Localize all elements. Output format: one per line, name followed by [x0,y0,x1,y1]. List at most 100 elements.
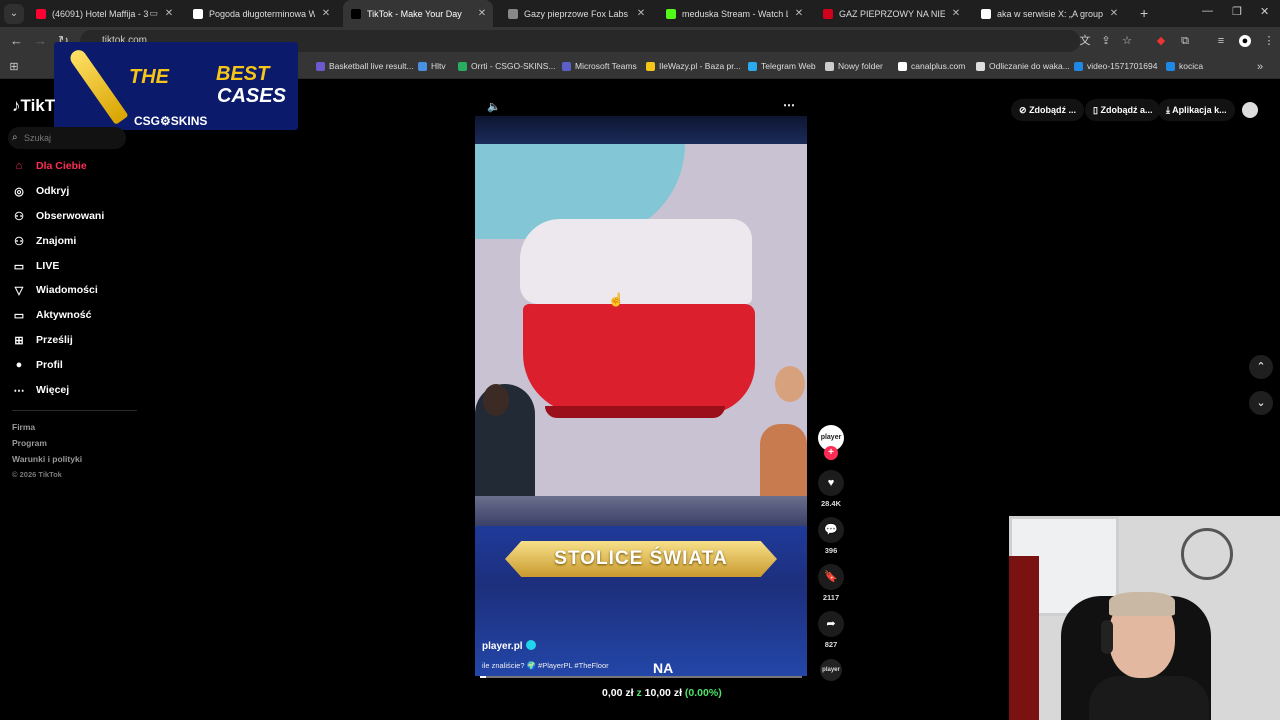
bookmark-item[interactable]: Nowy folder [825,61,883,71]
sidebar-item[interactable]: ▽ Wiadomości [12,281,142,299]
sidebar-item[interactable]: ⋯ Więcej [12,381,142,399]
minimize-button[interactable]: — [1202,5,1213,17]
bookmark-favicon-icon [976,61,985,71]
browser-tab[interactable]: aka w serwisie X: „A group of st ✕ [973,0,1125,27]
music-disc[interactable]: player [820,659,842,681]
sidebar-item[interactable]: ⚇ Obserwowani [12,207,142,225]
browser-tab[interactable]: meduska Stream - Watch Live c ✕ [658,0,810,27]
top-action-button[interactable]: ⊘ Zdobądź ... [1011,99,1085,121]
bookmark-item[interactable]: IleWazy.pl - Baza pr... [646,61,741,71]
follow-plus-button[interactable]: + [824,446,838,460]
bookmark-label: Hltv [431,61,446,71]
new-tab-button[interactable]: + [1140,5,1148,21]
bookmark-item[interactable]: Hltv [418,61,446,71]
profile-avatar-icon[interactable]: ● [1239,35,1251,47]
extensions-puzzle-icon[interactable]: ⧉ [1179,35,1191,47]
close-window-button[interactable]: ✕ [1260,5,1269,18]
bookmark-item[interactable]: Basketball live result... [316,61,414,71]
sidebar-item[interactable]: ● Profil [12,356,142,374]
apps-grid-icon[interactable]: ⊞ [8,61,20,73]
footer-link[interactable]: Program [12,438,47,448]
translate-icon[interactable]: 文 [1079,35,1091,47]
back-button[interactable]: ← [10,33,23,48]
sidebar-item[interactable]: ▭ Aktywność [12,306,142,324]
top-action-button[interactable]: ▯ Zdobądź a... [1085,99,1161,121]
video-player[interactable]: 🔈 ⋯ STOLICE ŚWIATA player.pl ile znaliśc… [475,96,807,680]
video-progress-bar[interactable] [480,676,802,678]
sidebar-item[interactable]: ◎ Odkryj [12,182,142,200]
bookmark-label: Basketball live result... [329,61,414,71]
sidebar-item[interactable]: ⊞ Prześlij [12,331,142,349]
tab-close-icon[interactable]: ✕ [949,8,963,19]
bookmark-item[interactable]: kocica [1166,61,1203,71]
bookmark-label: Telegram Web [761,61,816,71]
heart-icon: ♥ [818,470,844,496]
browser-tab[interactable]: Pogoda długoterminowa Wars ✕ [185,0,337,27]
webcam-streamer-body [1089,676,1209,720]
bookmark-item[interactable]: Odliczanie do waka... [976,61,1070,71]
bookmark-item[interactable]: canalplus.com [898,61,965,71]
tab-title: (46091) Hotel Maffija - 3 w [52,8,150,19]
sidebar-item[interactable]: ⌂ Dla Ciebie [12,157,142,175]
browser-tab[interactable]: TikTok - Make Your Day ✕ [343,0,493,27]
tab-title: GAZ PIEPRZOWY NA NIEDŹWI [839,8,945,19]
tab-close-icon[interactable]: ✕ [1107,8,1121,19]
forward-button[interactable]: → [34,33,47,48]
browser-tab[interactable]: GAZ PIEPRZOWY NA NIEDŹWI ✕ [815,0,967,27]
csgoskins-logo: CSG⚙SKINS [134,114,208,128]
sidebar-item-label: Obserwowani [36,210,105,222]
video-header-strip [475,116,807,144]
tiktok-logo-text: TikT [20,96,56,115]
browser-tab[interactable]: Gazy pieprzowe Fox Labs - sto ✕ [500,0,652,27]
bookmark-label: Nowy folder [838,61,883,71]
tab-search-button[interactable]: ⌄ [4,4,24,24]
more-bookmarks-icon[interactable]: » [1254,61,1266,73]
more-options-icon[interactable]: ⋯ [783,98,795,112]
save-action[interactable]: 🔖 2117 [817,564,845,602]
bookmark-item[interactable]: Orrti - CSGO-SKINS... [458,61,556,71]
tab-close-icon[interactable]: ✕ [319,8,333,19]
video-progress-fill [480,676,487,678]
tab-close-icon[interactable]: ✕ [634,8,648,19]
sidebar-item-label: Dla Ciebie [36,160,87,172]
browser-tab[interactable]: (46091) Hotel Maffija - 3 w ▭ ✕ [28,0,180,27]
webcam-punching-bag [1009,556,1039,720]
extension-icon[interactable]: ◆ [1155,35,1167,47]
tab-close-icon[interactable]: ✕ [162,8,176,19]
sidebar-divider [12,410,137,411]
media-control-icon[interactable]: ≡ [1215,35,1227,47]
footer-link[interactable]: Firma [12,422,35,432]
search-input[interactable]: ⌕ Szukaj [8,127,126,149]
like-action[interactable]: ♥ 28.4K [817,470,845,508]
tiktok-logo[interactable]: ♪TikT [12,96,55,116]
browser-menu-icon[interactable]: ⋮ [1263,35,1275,47]
bookmark-item[interactable]: Telegram Web [748,61,816,71]
user-avatar[interactable] [1242,102,1258,118]
bookmark-icon: 🔖 [818,564,844,590]
bookmark-favicon-icon [1074,61,1083,71]
share-action[interactable]: ➦ 827 [817,611,845,649]
video-author[interactable]: player.pl [482,640,536,652]
sidebar-item[interactable]: ▭ LIVE [12,257,142,275]
bookmark-star-icon[interactable]: ☆ [1121,35,1133,47]
poland-map-red [523,304,755,414]
share-count: 827 [824,640,838,649]
previous-video-button[interactable]: ⌃ [1249,355,1273,379]
sidebar-item[interactable]: ⚇ Znajomi [12,232,142,250]
comment-action[interactable]: 💬 396 [817,517,845,555]
volume-icon[interactable]: 🔈 [487,100,501,113]
more-icon: ⋯ [13,384,25,397]
tab-close-icon[interactable]: ✕ [475,8,489,19]
bookmark-favicon-icon [825,61,834,71]
bookmark-item[interactable]: video-1571701694 [1074,61,1157,71]
bookmark-item[interactable]: Microsoft Teams [562,61,637,71]
tab-close-icon[interactable]: ✕ [792,8,806,19]
next-video-button[interactable]: ⌄ [1249,391,1273,415]
messages-icon: ▽ [14,284,24,297]
poland-map-shadow [545,406,725,418]
top-action-button[interactable]: ⤓ Aplikacja k... [1158,99,1235,121]
donation-current: 0,00 zł [602,687,634,699]
maximize-button[interactable]: ❐ [1232,5,1242,18]
footer-link[interactable]: Warunki i polityki [12,454,82,464]
install-icon[interactable]: ⇪ [1100,35,1112,47]
